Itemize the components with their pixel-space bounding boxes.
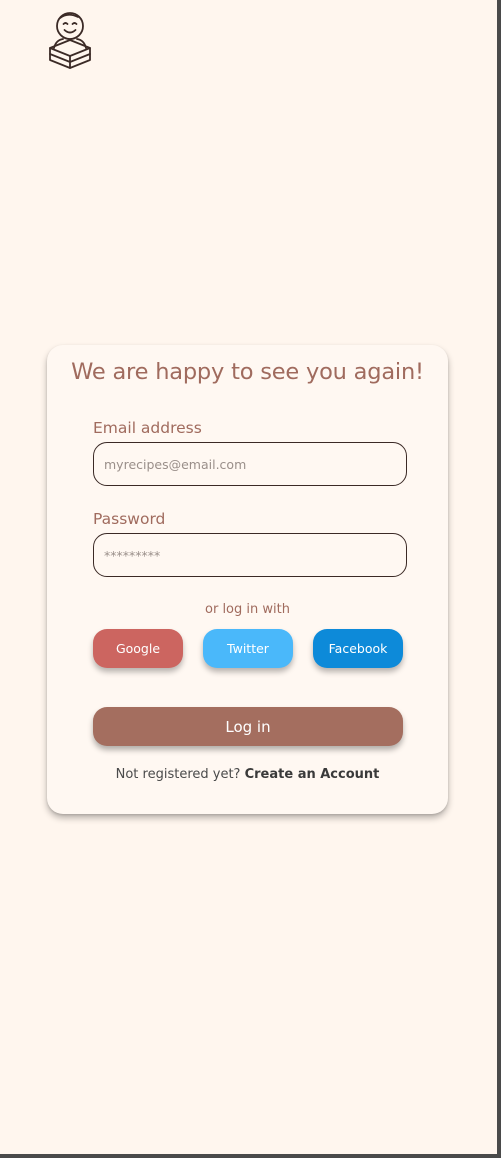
card-title: We are happy to see you again! <box>71 359 424 385</box>
password-field[interactable] <box>94 534 406 576</box>
email-field[interactable] <box>94 443 406 485</box>
register-prompt-row: Not registered yet? Create an Account <box>47 767 448 782</box>
email-label: Email address <box>93 419 202 437</box>
window-right-border <box>497 0 501 1158</box>
window-bottom-border <box>0 1154 501 1158</box>
login-card: We are happy to see you again! Email add… <box>47 345 448 814</box>
login-button[interactable]: Log in <box>93 707 403 746</box>
password-label: Password <box>93 510 166 528</box>
google-login-button[interactable]: Google <box>93 629 183 668</box>
create-account-link[interactable]: Create an Account <box>245 767 380 782</box>
password-field-wrapper <box>93 533 407 577</box>
twitter-login-button[interactable]: Twitter <box>203 629 293 668</box>
facebook-login-button[interactable]: Facebook <box>313 629 403 668</box>
chef-with-book-icon[interactable] <box>44 8 96 74</box>
social-login-divider-text: or log in with <box>205 602 290 617</box>
register-prompt-text: Not registered yet? <box>115 767 241 782</box>
email-field-wrapper <box>93 442 407 486</box>
